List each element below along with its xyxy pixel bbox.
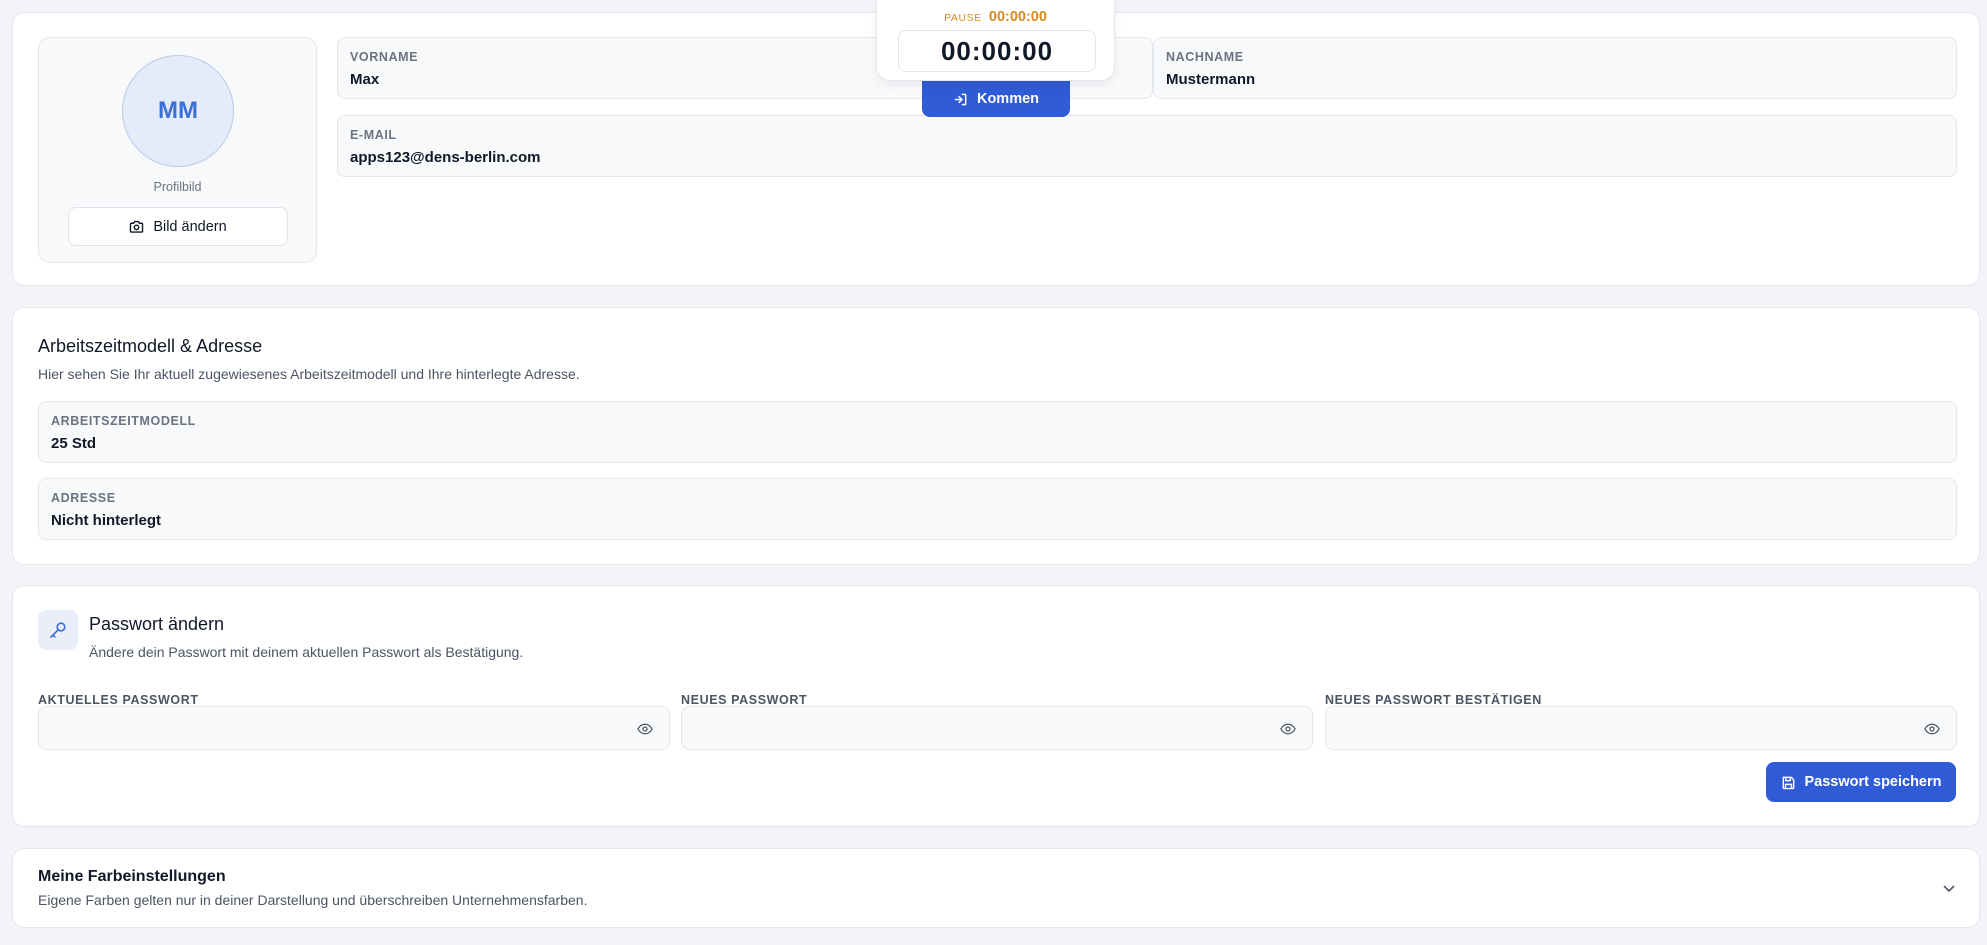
- address-value: Nicht hinterlegt: [51, 512, 162, 529]
- current-password-field[interactable]: [38, 706, 670, 750]
- address-field: ADRESSE Nicht hinterlegt: [38, 478, 1957, 540]
- color-settings-card[interactable]: Meine Farbeinstellungen Eigene Farben ge…: [12, 848, 1980, 928]
- main-timer: 00:00:00: [940, 35, 1054, 66]
- key-icon-box: [38, 610, 78, 650]
- pause-row: PAUSE 00:00:00: [877, 9, 1114, 25]
- pause-time: 00:00:00: [988, 9, 1047, 25]
- timer-display: 00:00:00: [898, 30, 1096, 72]
- change-picture-button[interactable]: Bild ändern: [68, 207, 288, 246]
- work-model-card: Arbeitszeitmodell & Adresse Hier sehen S…: [12, 307, 1980, 565]
- avatar-caption: Profilbild: [153, 180, 202, 194]
- save-icon: [1782, 776, 1794, 789]
- work-model-field: ARBEITSZEITMODELL 25 Std: [38, 401, 1957, 463]
- color-settings-subtitle: Eigene Farben gelten nur in deiner Darst…: [38, 892, 588, 908]
- new-password-field[interactable]: [681, 706, 1313, 750]
- time-tracker-widget: PAUSE 00:00:00 00:00:00: [876, 0, 1115, 81]
- last-name-value: Mustermann: [1166, 71, 1256, 88]
- key-icon: [50, 622, 66, 638]
- work-model-subtitle: Hier sehen Sie Ihr aktuell zugewiesenes …: [38, 366, 580, 382]
- last-name-label: NACHNAME: [1166, 50, 1244, 64]
- email-field: E-MAIL apps123@dens-berlin.com: [337, 115, 1957, 177]
- eye-icon[interactable]: [1924, 722, 1940, 736]
- first-name-value: Max: [350, 71, 380, 88]
- chevron-down-icon[interactable]: [1943, 885, 1955, 893]
- first-name-label: VORNAME: [350, 50, 419, 64]
- camera-icon: [130, 220, 144, 233]
- avatar: MM: [122, 55, 234, 167]
- current-password-label: AKTUELLES PASSWORT: [38, 693, 199, 707]
- current-password-input[interactable]: [39, 707, 669, 749]
- email-value: apps123@dens-berlin.com: [350, 149, 541, 166]
- last-name-field: NACHNAME Mustermann: [1153, 37, 1957, 99]
- new-password-input[interactable]: [682, 707, 1312, 749]
- password-card: Passwort ändern Ändere dein Passwort mit…: [12, 585, 1980, 827]
- save-password-button[interactable]: Passwort speichern: [1766, 762, 1956, 802]
- clock-in-button[interactable]: Kommen: [922, 81, 1070, 117]
- eye-icon[interactable]: [1280, 722, 1296, 736]
- save-password-label: Passwort speichern: [1804, 774, 1942, 790]
- email-label: E-MAIL: [350, 128, 397, 142]
- change-picture-label: Bild ändern: [153, 218, 227, 235]
- confirm-password-input[interactable]: [1326, 707, 1956, 749]
- password-title: Passwort ändern: [89, 614, 225, 634]
- eye-icon[interactable]: [637, 722, 653, 736]
- avatar-panel: MM Profilbild Bild ändern: [38, 37, 317, 263]
- address-label: ADRESSE: [51, 491, 116, 505]
- password-subtitle: Ändere dein Passwort mit deinem aktuelle…: [89, 644, 524, 660]
- work-model-title: Arbeitszeitmodell & Adresse: [38, 336, 263, 356]
- work-model-label: ARBEITSZEITMODELL: [51, 414, 196, 428]
- confirm-password-label: NEUES PASSWORT BESTÄTIGEN: [1325, 693, 1542, 707]
- color-settings-title: Meine Farbeinstellungen: [38, 868, 226, 885]
- login-icon: [954, 93, 967, 105]
- confirm-password-field[interactable]: [1325, 706, 1957, 750]
- clock-in-label: Kommen: [976, 91, 1040, 107]
- new-password-label: NEUES PASSWORT: [681, 693, 808, 707]
- avatar-initials: MM: [158, 97, 198, 124]
- work-model-value: 25 Std: [51, 435, 97, 452]
- pause-label: PAUSE: [944, 12, 982, 24]
